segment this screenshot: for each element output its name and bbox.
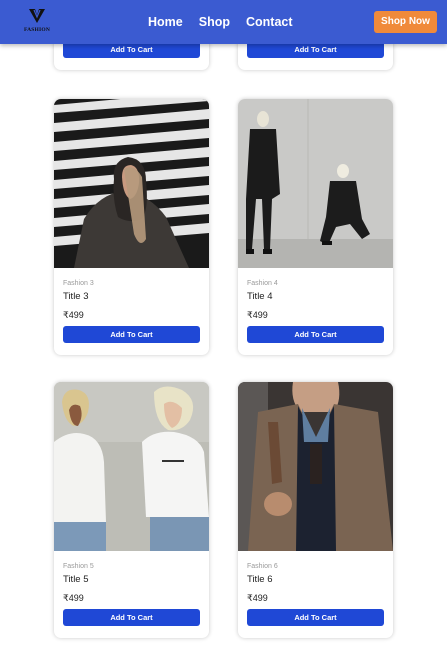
product-title: Title 4: [247, 291, 273, 302]
add-to-cart-button[interactable]: Add To Cart: [63, 609, 200, 626]
product-card[interactable]: Fashion 4 Title 4 ₹499 Add To Cart: [238, 99, 393, 355]
product-price: ₹499: [247, 593, 268, 603]
product-brand: Fashion 6: [247, 563, 278, 570]
product-card[interactable]: Fashion 3 Title 3 ₹499 Add To Cart: [54, 99, 209, 355]
add-to-cart-button[interactable]: Add To Cart: [247, 609, 384, 626]
product-image[interactable]: [238, 382, 393, 551]
logo-text: FASHION: [23, 27, 51, 33]
nav-shop-link[interactable]: Shop: [199, 14, 230, 30]
brand-logo[interactable]: FASHION: [18, 8, 56, 36]
product-image[interactable]: [54, 382, 209, 551]
product-title: Title 5: [63, 574, 89, 585]
top-navbar: FASHION Home Shop Contact Shop Now: [0, 0, 447, 44]
add-to-cart-button[interactable]: Add To Cart: [63, 326, 200, 343]
product-card[interactable]: Fashion 5 Title 5 ₹499 Add To Cart: [54, 382, 209, 638]
main-nav: Home Shop Contact: [148, 14, 293, 30]
product-price: ₹499: [63, 593, 84, 603]
nav-home-link[interactable]: Home: [148, 14, 183, 30]
page: { "header": { "logo_text": "FASHION", "n…: [0, 0, 447, 661]
product-brand: Fashion 3: [63, 280, 94, 287]
product-title: Title 6: [247, 574, 273, 585]
shop-now-button[interactable]: Shop Now: [374, 11, 437, 33]
product-price: ₹499: [247, 310, 268, 320]
nav-contact-link[interactable]: Contact: [246, 14, 293, 30]
logo-mark-icon: [29, 9, 45, 23]
product-image[interactable]: [54, 99, 209, 268]
add-to-cart-button[interactable]: Add To Cart: [247, 326, 384, 343]
product-price: ₹499: [63, 310, 84, 320]
product-brand: Fashion 4: [247, 280, 278, 287]
product-card[interactable]: Fashion 6 Title 6 ₹499 Add To Cart: [238, 382, 393, 638]
product-brand: Fashion 5: [63, 563, 94, 570]
product-image[interactable]: [238, 99, 393, 268]
product-title: Title 3: [63, 291, 89, 302]
